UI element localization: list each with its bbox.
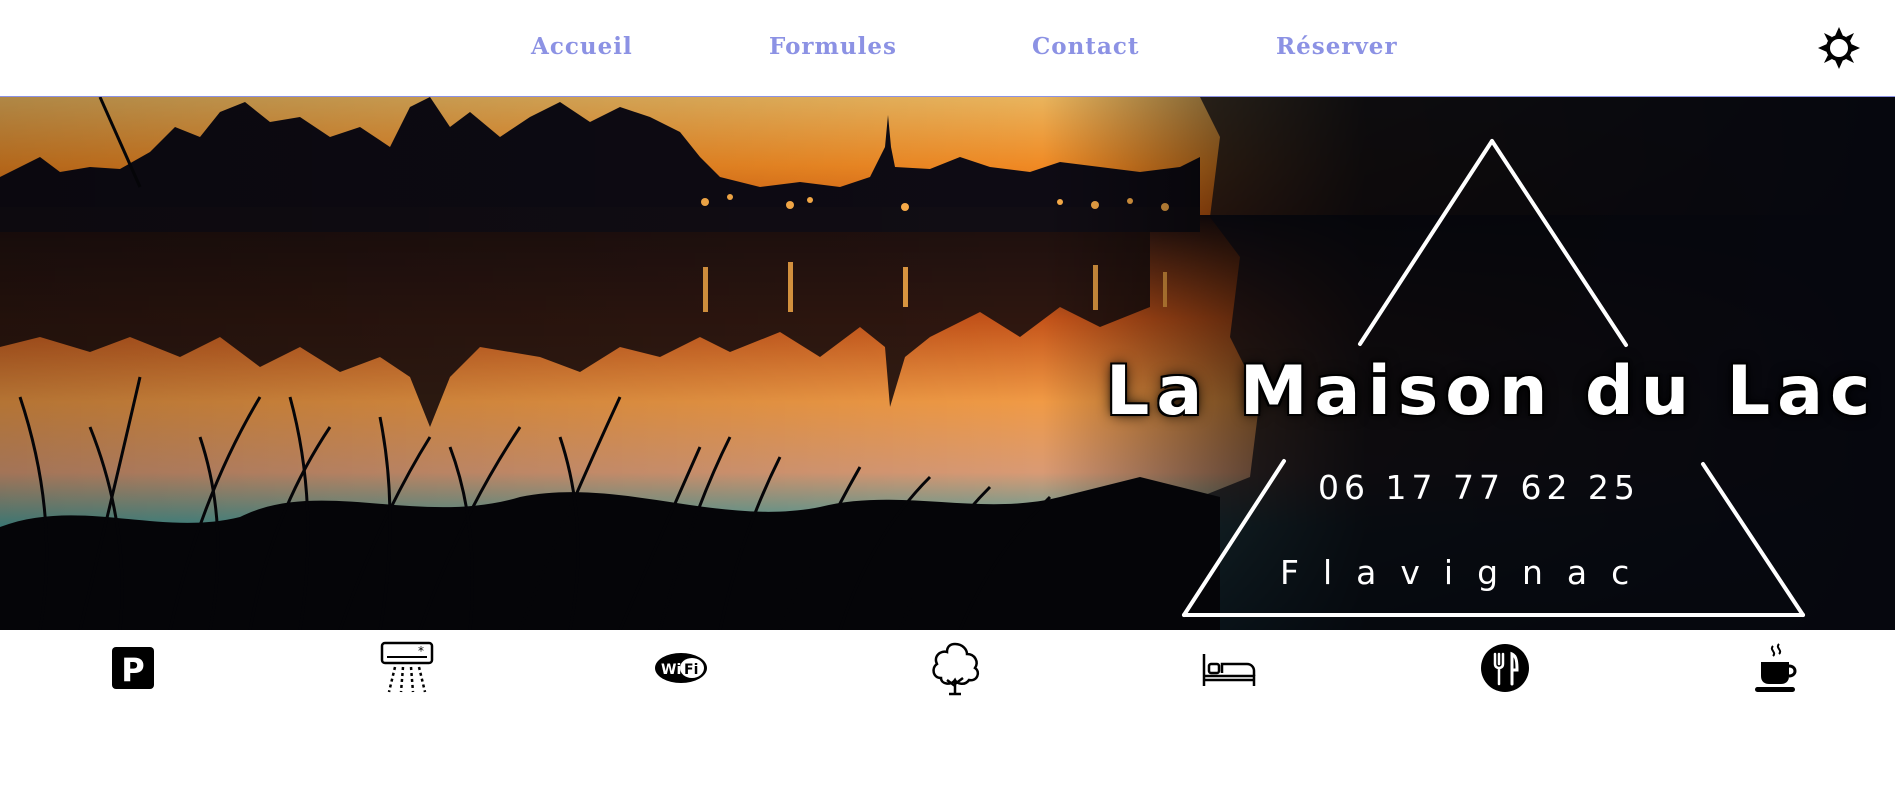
tree-icon (927, 640, 983, 696)
theme-toggle-button[interactable] (1818, 27, 1860, 69)
main-nav: Accueil Formules Contact Réserver (0, 0, 1895, 97)
svg-text:*: * (418, 644, 424, 658)
svg-text:Fi: Fi (684, 662, 698, 678)
wifi-icon: Wi Fi (653, 640, 709, 696)
svg-text:Wi: Wi (661, 662, 681, 678)
nav-link-reserver[interactable]: Réserver (1276, 33, 1398, 60)
nav-link-contact[interactable]: Contact (1032, 33, 1140, 60)
svg-text:P: P (121, 651, 144, 689)
nav-link-accueil[interactable]: Accueil (531, 33, 633, 60)
sun-icon (1818, 27, 1860, 69)
phone-number[interactable]: 06 17 77 62 25 (1318, 468, 1640, 507)
town-name: Flavignac (1280, 553, 1654, 592)
nav-link-formules[interactable]: Formules (769, 33, 897, 60)
bed-icon (1201, 640, 1257, 696)
air-conditioning-icon: * (379, 640, 435, 696)
amenities-bar: P * Wi Fi (0, 630, 1895, 710)
parking-icon: P (105, 640, 161, 696)
top-navigation-bar: Accueil Formules Contact Réserver (0, 0, 1895, 97)
coffee-cup-icon (1751, 640, 1807, 696)
site-title: La Maison du Lac (1106, 352, 1878, 431)
restaurant-icon (1477, 640, 1533, 696)
hero-banner: La Maison du Lac 06 17 77 62 25 Flavigna… (0, 97, 1895, 630)
